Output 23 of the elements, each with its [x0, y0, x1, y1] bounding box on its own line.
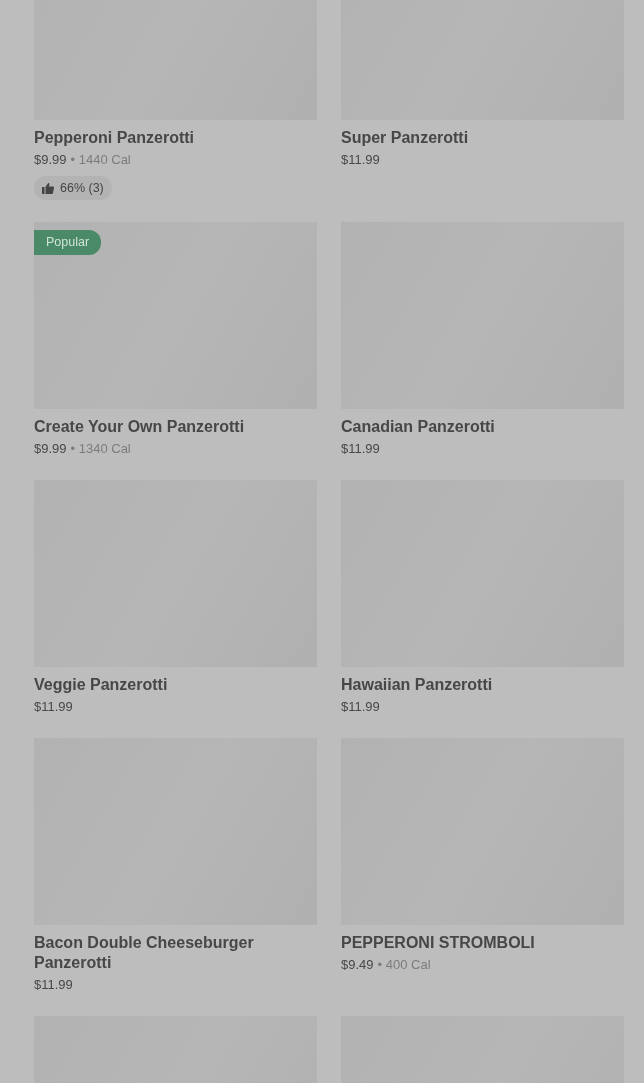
item-price: $11.99 [34, 698, 73, 716]
item-name[interactable]: Pepperoni Panzerotti [34, 128, 317, 148]
item-name[interactable]: Hawaiian Panzerotti [341, 675, 624, 695]
item-price: $9.49 [341, 956, 374, 974]
item-price: $9.99 [34, 151, 67, 169]
item-name[interactable]: Canadian Panzerotti [341, 417, 624, 437]
item-name[interactable]: Bacon Double Cheeseburger Panzerotti [34, 933, 317, 973]
item-name[interactable]: Super Panzerotti [341, 128, 624, 148]
item-name[interactable]: Create Your Own Panzerotti [34, 417, 317, 437]
calories: • 1340 Cal [70, 440, 131, 458]
item-price: $11.99 [341, 151, 380, 169]
item-name[interactable]: PEPPERONI STROMBOLI [341, 933, 624, 953]
item-price: $11.99 [341, 440, 380, 458]
item-price: $9.99 [34, 440, 67, 458]
thumbs-up-icon [42, 182, 54, 194]
image-placeholder[interactable]: Popular [34, 222, 317, 409]
rating-text: 66% (3) [60, 179, 104, 197]
calories: • 1440 Cal [70, 151, 131, 169]
calories: • 400 Cal [377, 956, 431, 974]
item-price: $11.99 [34, 976, 73, 994]
item-name[interactable]: Veggie Panzerotti [34, 675, 317, 695]
popular-tag: Popular [34, 230, 102, 255]
item-price: $11.99 [341, 698, 380, 716]
